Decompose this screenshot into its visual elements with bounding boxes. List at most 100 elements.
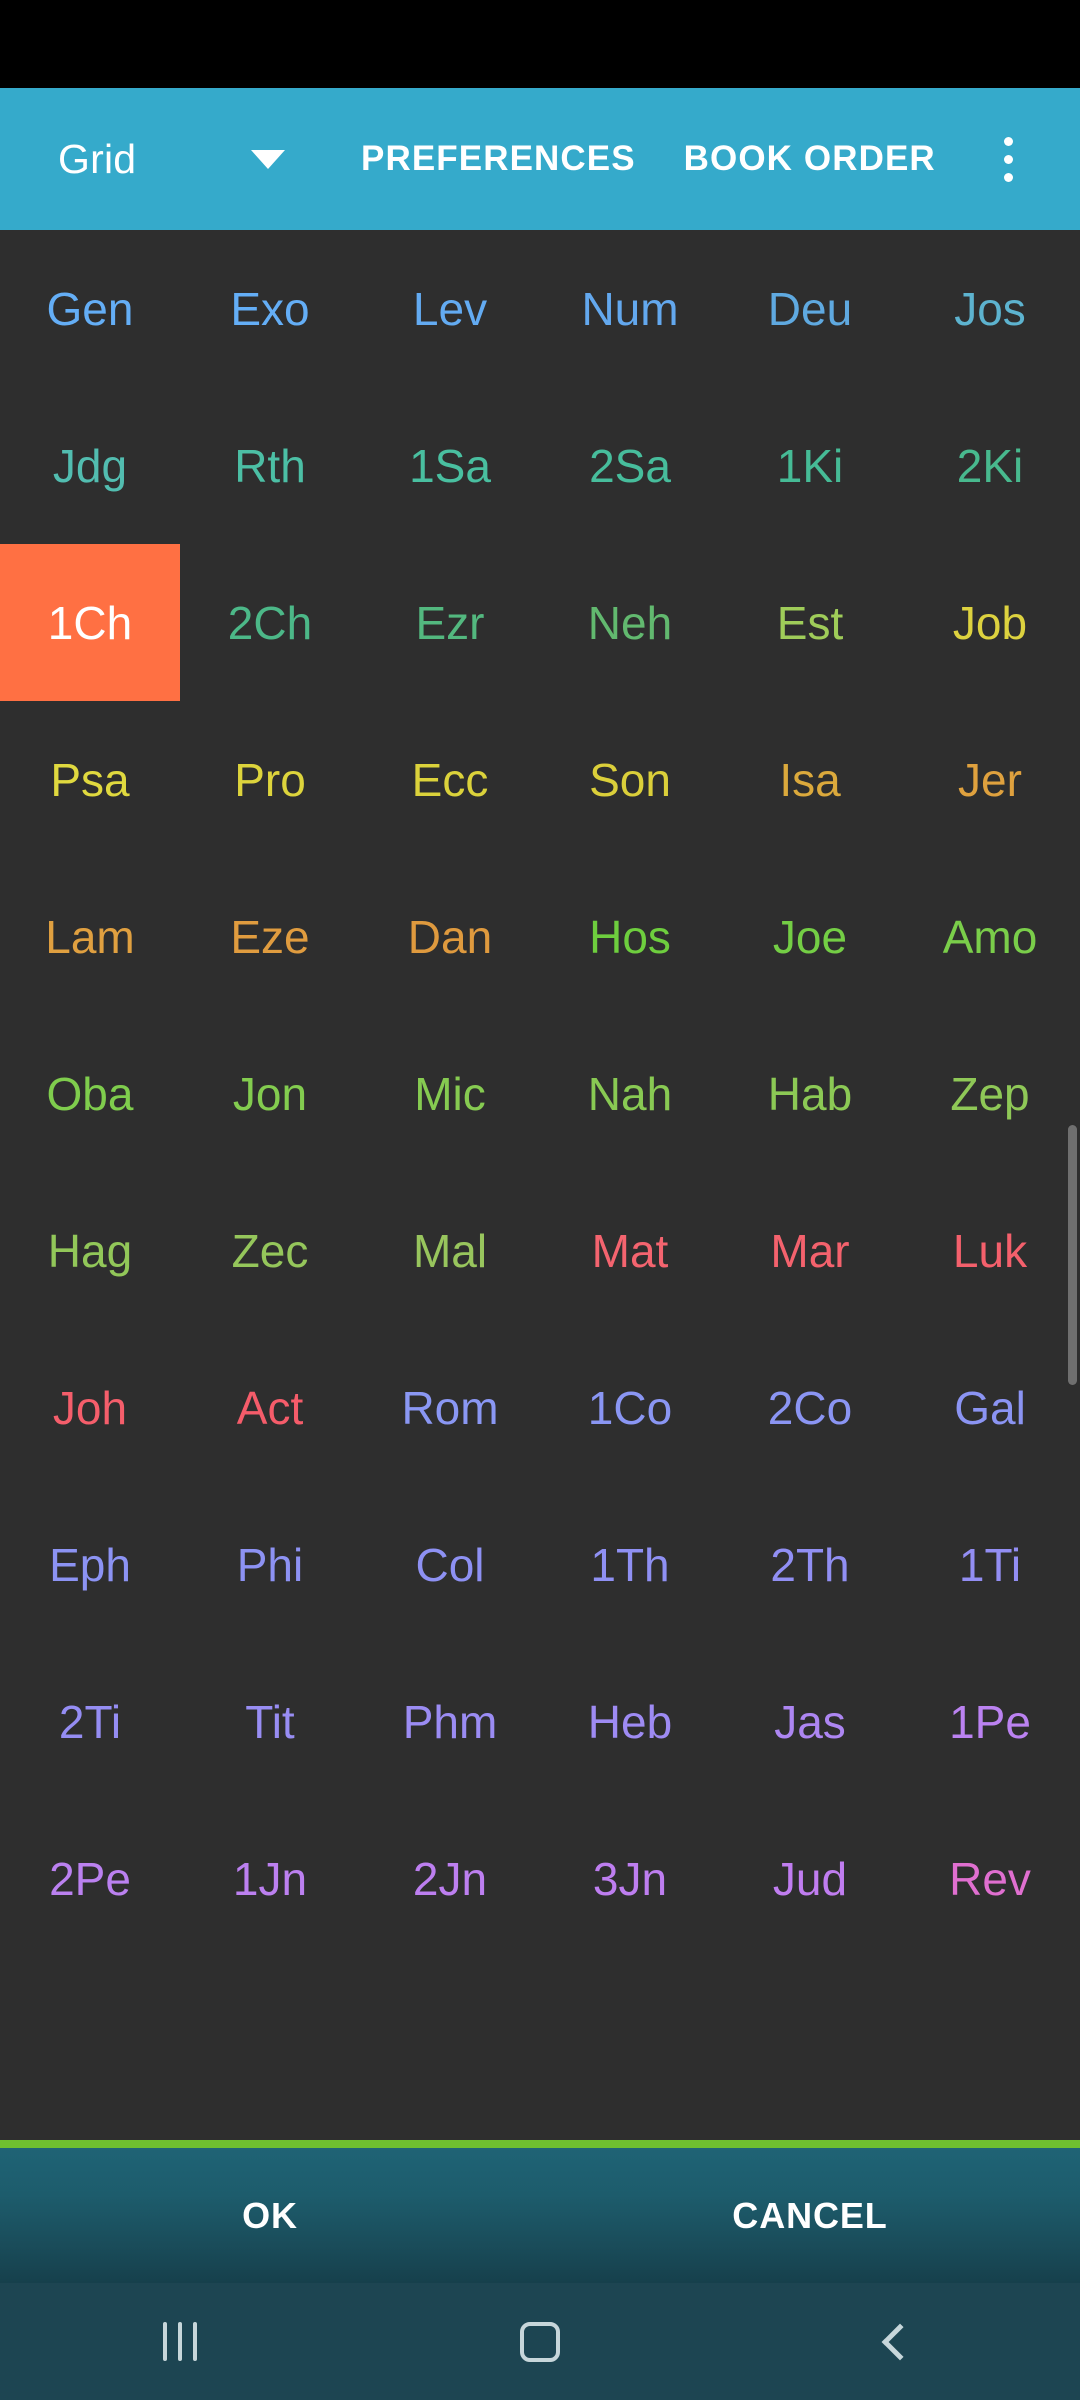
book-cell-mar[interactable]: Mar: [720, 1172, 900, 1329]
book-cell-label: Eze: [230, 910, 310, 963]
book-cell-label: Tit: [245, 1695, 295, 1748]
book-cell-est[interactable]: Est: [720, 544, 900, 701]
book-cell-jas[interactable]: Jas: [720, 1643, 900, 1800]
book-cell-num[interactable]: Num: [540, 230, 720, 387]
more-vertical-icon[interactable]: [990, 136, 1026, 182]
book-cell-2th[interactable]: 2Th: [720, 1486, 900, 1643]
book-cell-deu[interactable]: Deu: [720, 230, 900, 387]
book-cell-phi[interactable]: Phi: [180, 1486, 360, 1643]
book-cell-mat[interactable]: Mat: [540, 1172, 720, 1329]
book-cell-ezr[interactable]: Ezr: [360, 544, 540, 701]
book-cell-2jn[interactable]: 2Jn: [360, 1800, 540, 1957]
book-cell-label: 2Jn: [412, 1852, 488, 1905]
book-cell-label: 1Pe: [949, 1695, 1031, 1748]
book-cell-jos[interactable]: Jos: [900, 230, 1080, 387]
book-cell-son[interactable]: Son: [540, 701, 720, 858]
book-cell-jer[interactable]: Jer: [900, 701, 1080, 858]
back-icon[interactable]: [720, 2323, 1080, 2360]
cancel-button[interactable]: CANCEL: [540, 2195, 1080, 2237]
book-cell-jud[interactable]: Jud: [720, 1800, 900, 1957]
book-order-button[interactable]: BOOK ORDER: [684, 139, 936, 179]
book-cell-tit[interactable]: Tit: [180, 1643, 360, 1800]
book-cell-label: Rth: [234, 439, 306, 492]
book-grid: Gen Exo Lev Num Deu Jos Jdg Rth 1Sa 2Sa 1Ki 2Ki 1Ch 2…: [0, 230, 1080, 1957]
book-cell-3jn[interactable]: 3Jn: [540, 1800, 720, 1957]
spinner-value: Grid: [58, 135, 137, 182]
book-cell-label: Hag: [47, 1224, 133, 1277]
book-cell-1th[interactable]: 1Th: [540, 1486, 720, 1643]
book-cell-1co[interactable]: 1Co: [540, 1329, 720, 1486]
book-cell-hag[interactable]: Hag: [0, 1172, 180, 1329]
book-cell-oba[interactable]: Oba: [0, 1015, 180, 1172]
book-cell-zec[interactable]: Zec: [180, 1172, 360, 1329]
book-cell-hos[interactable]: Hos: [540, 858, 720, 1015]
preferences-button[interactable]: PREFERENCES: [361, 139, 636, 179]
book-cell-exo[interactable]: Exo: [180, 230, 360, 387]
book-cell-label: Jas: [774, 1695, 846, 1748]
book-cell-1jn[interactable]: 1Jn: [180, 1800, 360, 1957]
book-cell-jdg[interactable]: Jdg: [0, 387, 180, 544]
book-cell-rth[interactable]: Rth: [180, 387, 360, 544]
grid-mode-spinner[interactable]: Grid: [58, 136, 313, 183]
divider: [0, 2140, 1080, 2148]
recents-icon[interactable]: [0, 2322, 360, 2361]
book-cell-label: Zep: [950, 1067, 1030, 1120]
ok-button[interactable]: OK: [0, 2195, 540, 2237]
book-cell-dan[interactable]: Dan: [360, 858, 540, 1015]
book-cell-label: Nah: [587, 1067, 673, 1120]
book-cell-label: Luk: [952, 1224, 1028, 1277]
book-cell-hab[interactable]: Hab: [720, 1015, 900, 1172]
book-cell-phm[interactable]: Phm: [360, 1643, 540, 1800]
book-cell-heb[interactable]: Heb: [540, 1643, 720, 1800]
book-cell-gen[interactable]: Gen: [0, 230, 180, 387]
book-cell-nah[interactable]: Nah: [540, 1015, 720, 1172]
book-cell-1ch[interactable]: 1Ch: [0, 544, 180, 701]
vertical-scrollbar[interactable]: [1068, 1125, 1077, 1385]
book-cell-label: Job: [952, 596, 1028, 649]
book-cell-gal[interactable]: Gal: [900, 1329, 1080, 1486]
book-cell-2ki[interactable]: 2Ki: [900, 387, 1080, 544]
book-cell-zep[interactable]: Zep: [900, 1015, 1080, 1172]
book-cell-2sa[interactable]: 2Sa: [540, 387, 720, 544]
book-cell-2pe[interactable]: 2Pe: [0, 1800, 180, 1957]
book-cell-1sa[interactable]: 1Sa: [360, 387, 540, 544]
book-cell-label: Col: [415, 1538, 485, 1591]
book-cell-neh[interactable]: Neh: [540, 544, 720, 701]
book-cell-rom[interactable]: Rom: [360, 1329, 540, 1486]
book-cell-label: Phm: [402, 1695, 498, 1748]
book-cell-1pe[interactable]: 1Pe: [900, 1643, 1080, 1800]
book-cell-pro[interactable]: Pro: [180, 701, 360, 858]
book-cell-joh[interactable]: Joh: [0, 1329, 180, 1486]
book-cell-col[interactable]: Col: [360, 1486, 540, 1643]
book-cell-label: Jer: [958, 753, 1022, 806]
book-cell-2ch[interactable]: 2Ch: [180, 544, 360, 701]
book-cell-mic[interactable]: Mic: [360, 1015, 540, 1172]
book-cell-isa[interactable]: Isa: [720, 701, 900, 858]
book-cell-lev[interactable]: Lev: [360, 230, 540, 387]
book-cell-act[interactable]: Act: [180, 1329, 360, 1486]
book-cell-label: Mar: [770, 1224, 850, 1277]
book-cell-rev[interactable]: Rev: [900, 1800, 1080, 1957]
book-cell-eze[interactable]: Eze: [180, 858, 360, 1015]
book-cell-2ti[interactable]: 2Ti: [0, 1643, 180, 1800]
book-cell-label: Joe: [772, 910, 848, 963]
book-cell-1ti[interactable]: 1Ti: [900, 1486, 1080, 1643]
book-cell-2co[interactable]: 2Co: [720, 1329, 900, 1486]
book-cell-ecc[interactable]: Ecc: [360, 701, 540, 858]
book-cell-psa[interactable]: Psa: [0, 701, 180, 858]
book-cell-lam[interactable]: Lam: [0, 858, 180, 1015]
book-cell-job[interactable]: Job: [900, 544, 1080, 701]
book-cell-jon[interactable]: Jon: [180, 1015, 360, 1172]
book-cell-label: Ezr: [415, 596, 485, 649]
book-cell-joe[interactable]: Joe: [720, 858, 900, 1015]
book-cell-label: 1Co: [587, 1381, 673, 1434]
book-cell-mal[interactable]: Mal: [360, 1172, 540, 1329]
home-icon[interactable]: [360, 2321, 720, 2362]
book-cell-eph[interactable]: Eph: [0, 1486, 180, 1643]
status-bar: [0, 0, 1080, 88]
book-cell-1ki[interactable]: 1Ki: [720, 387, 900, 544]
chevron-down-icon: [251, 149, 286, 169]
book-cell-amo[interactable]: Amo: [900, 858, 1080, 1015]
book-grid-container[interactable]: Gen Exo Lev Num Deu Jos Jdg Rth 1Sa 2Sa 1Ki 2Ki 1Ch 2…: [0, 230, 1080, 2140]
book-cell-luk[interactable]: Luk: [900, 1172, 1080, 1329]
